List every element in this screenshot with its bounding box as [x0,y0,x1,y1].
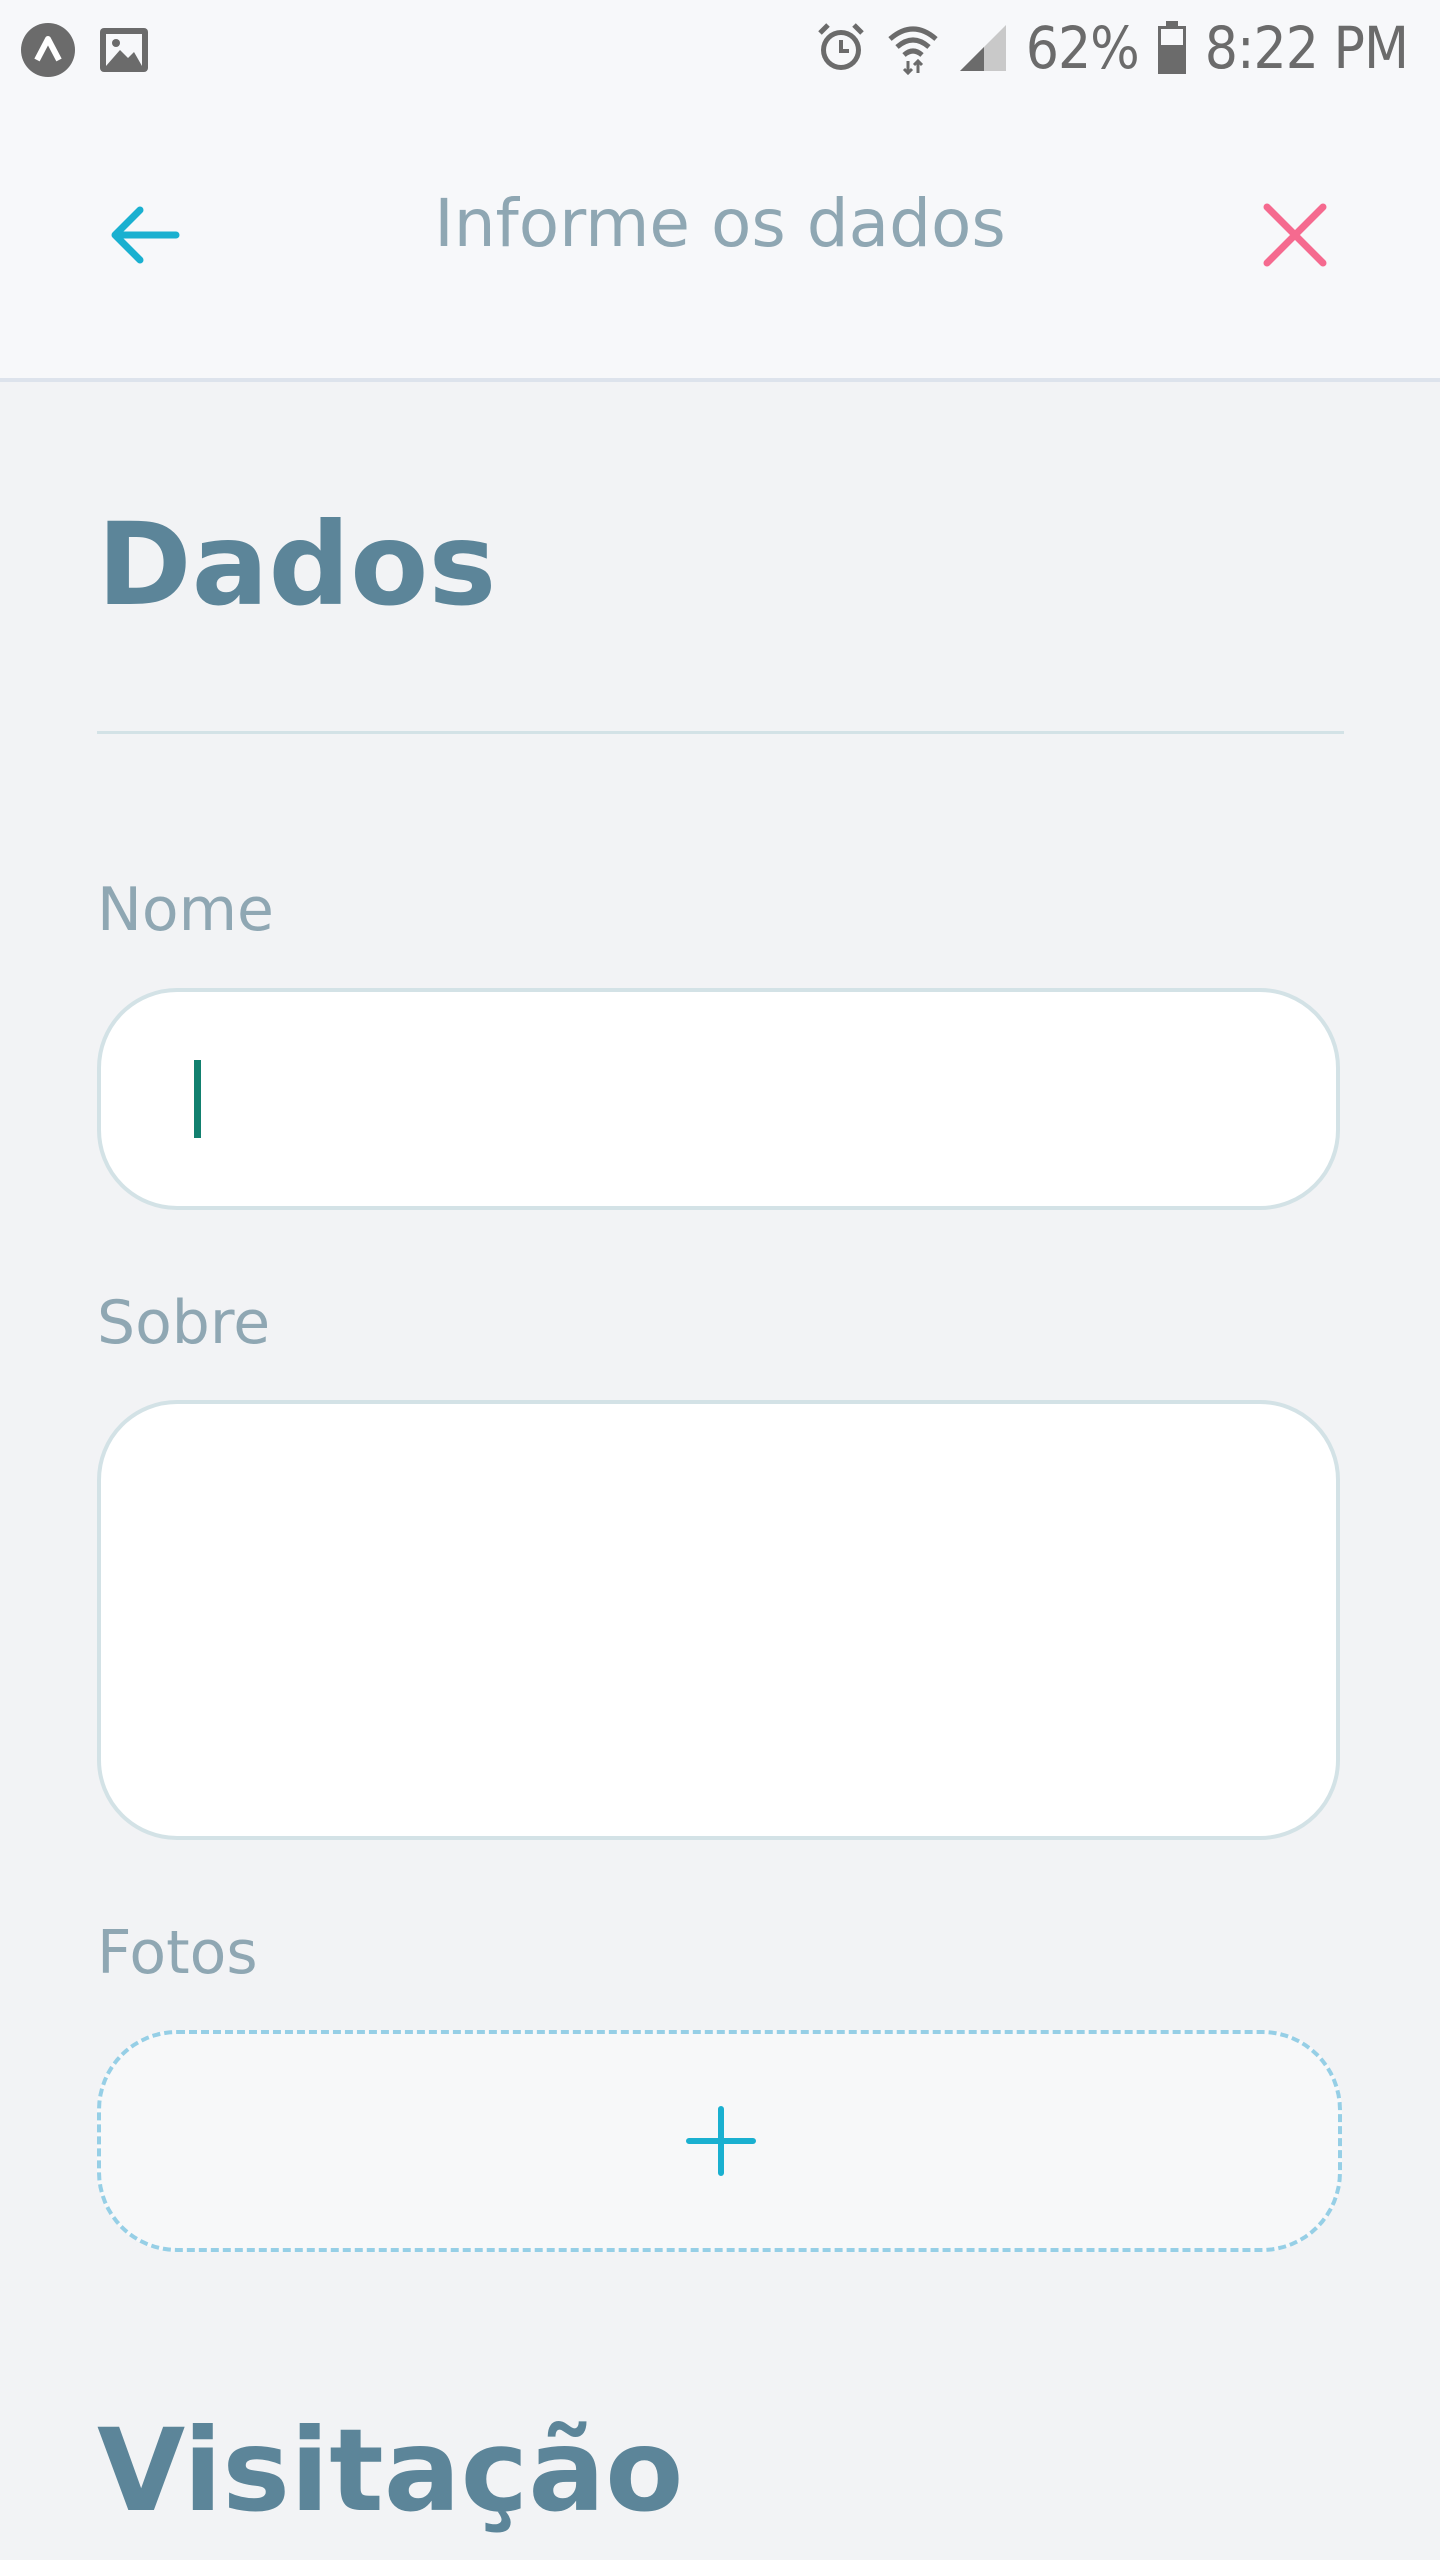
name-field[interactable] [97,988,1340,1210]
clock: 8:22 PM [1204,14,1409,82]
section-title-visitacao: Visitação [97,2404,684,2537]
photos-label: Fotos [97,1918,258,1988]
name-label: Nome [97,875,274,945]
signal-icon [958,23,1008,73]
top-app-bar: Informe os dados [0,100,1440,382]
text-cursor [194,1060,201,1138]
arrow-left-icon [100,206,190,284]
app-logo-icon [20,22,76,78]
add-photo-button[interactable] [97,2030,1342,2252]
alarm-icon [814,21,868,75]
section-divider [97,731,1344,734]
close-icon [1250,203,1340,284]
battery-icon [1157,21,1187,75]
about-label: Sobre [97,1288,271,1358]
wifi-icon [886,21,940,75]
image-icon [98,26,150,74]
about-textarea[interactable] [97,1400,1340,1840]
status-bar: 62% 8:22 PM [0,0,1440,100]
close-button[interactable] [1250,190,1340,280]
page-title: Informe os dados [434,185,1006,262]
battery-percent: 62% [1025,14,1140,82]
section-title-dados: Dados [97,498,497,631]
